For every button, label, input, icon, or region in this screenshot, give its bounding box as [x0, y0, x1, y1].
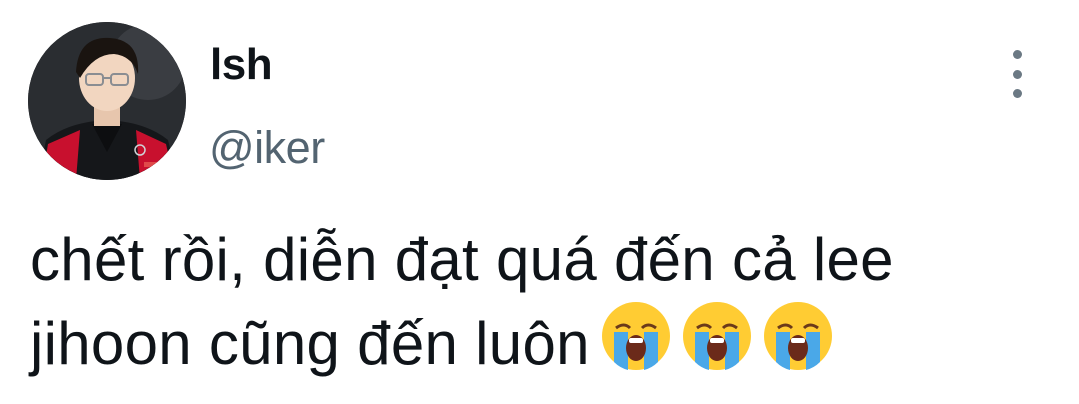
display-name[interactable]: lsh: [210, 40, 273, 90]
more-dot: [1012, 89, 1022, 98]
loudly-crying-face-emoji: [601, 302, 670, 370]
user-handle[interactable]: @iker: [209, 122, 325, 174]
loudly-crying-face-emoji: [763, 302, 832, 370]
avatar-photo: [28, 22, 186, 180]
loudly-crying-face-emoji: [682, 302, 751, 370]
more-dot: [1012, 69, 1022, 79]
more-vertical-icon[interactable]: [1000, 50, 1034, 98]
more-dot: [1012, 50, 1022, 59]
avatar[interactable]: [28, 22, 186, 180]
emoji-group: [598, 298, 836, 374]
tweet-text: chết rồi, diễn đạt quá đến cả lee jihoon…: [30, 222, 1050, 382]
tweet-card: lsh @iker chết rồi, diễn đạt quá đến cả …: [0, 0, 1079, 404]
